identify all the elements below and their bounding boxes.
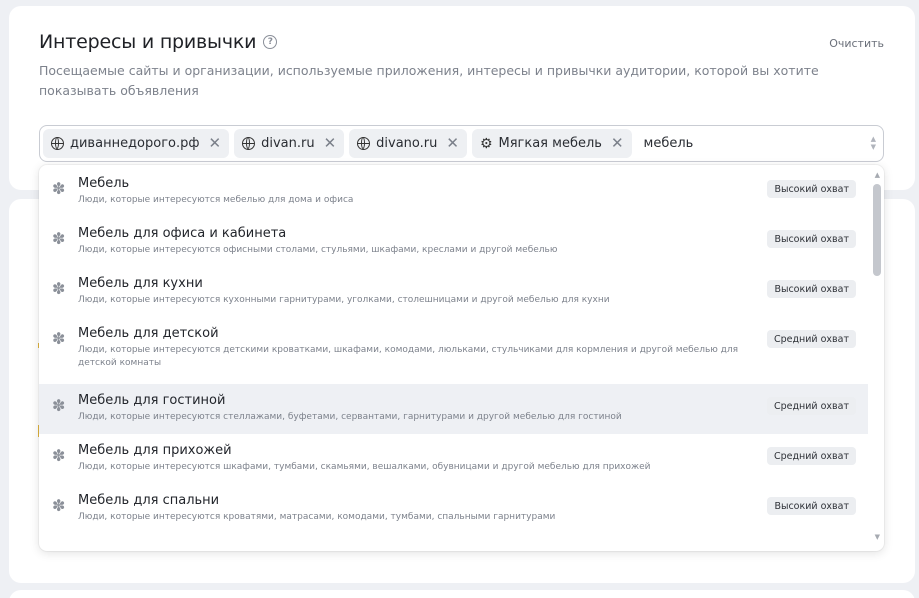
puzzle-icon: ✽ — [52, 446, 66, 465]
suggestion-title: Мебель для гостиной — [78, 393, 226, 408]
puzzle-icon: ✽ — [52, 329, 66, 348]
section-subtitle: Посещаемые сайты и организации, использу… — [39, 63, 819, 98]
tag-chip: divan.ru ✕ — [234, 129, 345, 158]
puzzle-icon: ✽ — [52, 229, 66, 248]
suggestion-title: Мебель для детской — [78, 326, 219, 341]
tag-label: диваннедорого.рф — [70, 136, 200, 151]
suggestion-title: Мебель для прихожей — [78, 443, 232, 458]
dropdown-scrollbar[interactable] — [873, 184, 881, 276]
tag-chip: ⚙ Мягкая мебель ✕ — [471, 129, 632, 158]
tag-label: divan.ru — [261, 136, 315, 151]
reach-badge: Высокий охват — [767, 280, 856, 298]
tag-label: Мягкая мебель — [498, 136, 602, 151]
search-input[interactable]: мебель — [644, 136, 694, 151]
tag-chip: divano.ru ✕ — [349, 129, 467, 158]
suggestion-title: Мебель для кухни — [78, 276, 203, 291]
remove-tag-icon[interactable]: ✕ — [324, 136, 337, 151]
globe-icon — [357, 137, 371, 150]
reach-badge: Средний охват — [766, 330, 856, 348]
tag-label: divano.ru — [376, 136, 438, 151]
suggestion-item[interactable]: ✽ Мебель для кухни Люди, которые интерес… — [39, 276, 868, 316]
question-circle-icon[interactable]: ? — [263, 35, 278, 49]
scroll-up-icon[interactable]: ▲ — [875, 171, 880, 179]
puzzle-icon: ✽ — [52, 279, 66, 298]
scroll-down-icon[interactable]: ▼ — [875, 533, 880, 541]
remove-tag-icon[interactable]: ✕ — [611, 136, 624, 151]
suggestion-desc: Люди, которые интересуются кроватями, ма… — [78, 512, 556, 522]
suggestion-item-hovered[interactable]: ✽ Мебель для гостиной Люди, которые инте… — [39, 384, 868, 434]
suggestion-item[interactable]: ✽ Мебель для офиса и кабинета Люди, кото… — [39, 226, 868, 266]
suggestion-title: Мебель для спальни — [78, 493, 220, 508]
suggestion-desc: Люди, которые интересуются офисными стол… — [78, 245, 558, 255]
suggestion-desc: Люди, которые интересуются детскими кров… — [78, 345, 739, 368]
input-resize-handle: ▲ ▼ — [870, 135, 876, 151]
suggestions-dropdown: ✽ Мебель Люди, которые интересуются мебе… — [39, 165, 884, 551]
suggestion-title: Мебель для офиса и кабинета — [78, 226, 287, 241]
puzzle-icon: ✽ — [52, 396, 66, 415]
reach-badge: Средний охват — [766, 397, 856, 415]
suggestion-desc: Люди, которые интересуются стеллажами, б… — [78, 412, 622, 422]
puzzle-icon: ⚙ — [479, 135, 493, 152]
section-title: Интересы и привычки ? — [39, 31, 278, 53]
suggestion-item[interactable]: ✽ Мебель Люди, которые интересуются мебе… — [39, 176, 868, 216]
reach-badge: Средний охват — [766, 447, 856, 465]
puzzle-icon: ✽ — [52, 496, 66, 515]
remove-tag-icon[interactable]: ✕ — [446, 136, 459, 151]
suggestion-title: Мебель — [78, 176, 130, 191]
puzzle-icon: ✽ — [52, 179, 66, 198]
section-title-text: Интересы и привычки — [39, 31, 257, 53]
suggestion-item[interactable]: ✽ Мебель для прихожей Люди, которые инте… — [39, 443, 868, 483]
tag-chip: диваннедорого.рф ✕ — [43, 129, 230, 158]
interests-tag-input[interactable]: диваннедорого.рф ✕ divan.ru ✕ divano.ru … — [39, 125, 884, 162]
suggestion-desc: Люди, которые интересуются кухонными гар… — [78, 295, 610, 305]
reach-badge: Высокий охват — [767, 497, 856, 515]
clear-button[interactable]: Очистить — [829, 37, 884, 50]
reach-badge: Высокий охват — [767, 180, 856, 198]
suggestion-desc: Люди, которые интересуются шкафами, тумб… — [78, 462, 651, 472]
bottom-section-card — [9, 590, 915, 598]
remove-tag-icon[interactable]: ✕ — [209, 136, 222, 151]
suggestion-item[interactable]: ✽ Мебель для спальни Люди, которые интер… — [39, 493, 868, 533]
globe-icon — [242, 137, 256, 150]
reach-badge: Высокий охват — [767, 230, 856, 248]
suggestion-desc: Люди, которые интересуются мебелью для д… — [78, 195, 354, 205]
suggestion-item[interactable]: ✽ Мебель для детской Люди, которые интер… — [39, 326, 868, 379]
globe-icon — [51, 137, 64, 150]
